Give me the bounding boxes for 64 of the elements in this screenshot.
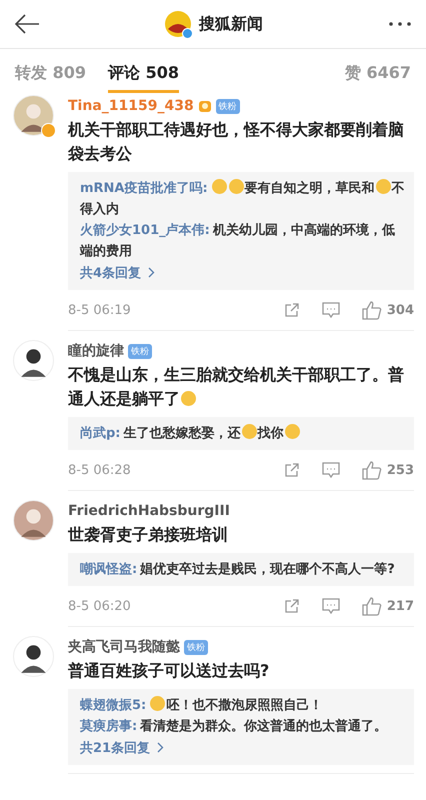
comment-button[interactable] [322, 462, 340, 478]
thumbs-up-icon [362, 460, 382, 480]
tab[interactable]: 转发 809 [15, 63, 86, 93]
chevron-icon [156, 742, 164, 753]
back-arrow-icon [14, 14, 40, 34]
share-icon [284, 462, 300, 478]
comment-text: 不愧是山东，生三胎就交给机关干部职工了。普通人还是躺平了 [68, 364, 405, 410]
comment-button[interactable] [322, 302, 340, 318]
emoji-icon [150, 696, 166, 711]
emoji-icon [242, 424, 257, 439]
comment-text: 机关干部职工待遇好也，怪不得大家都要削着脑袋去考公 [68, 119, 405, 165]
share-icon [284, 302, 300, 318]
timestamp: 8-5 06:19 [68, 302, 132, 318]
chevron-icon [147, 267, 156, 278]
reply-text: 尚武p: 生了也愁嫁愁娶，还 找你 [80, 423, 406, 444]
like-button[interactable]: 217 [362, 596, 414, 616]
page-title: 搜狐新闻 [199, 14, 263, 34]
reply-user[interactable]: 蝶翅微振5: [80, 698, 146, 713]
more-icon [388, 21, 412, 27]
comment-text: 普通百姓孩子可以送过去吗? [68, 660, 270, 682]
reply-user[interactable]: 火箭少女101_卢本伟: [80, 223, 210, 238]
share-button[interactable] [284, 462, 300, 478]
timestamp: 8-5 06:20 [68, 598, 132, 614]
fan-badge: 铁粉 [128, 344, 152, 358]
comment-text: 世袭胥吏子弟接班培训 [68, 524, 229, 546]
reply-text: 火箭少女101_卢本伟: 机关幼儿园，中高端的环境，低端的费用 [80, 222, 396, 261]
reply-text: 蝶翅微振5: 呸！也不撒泡尿照照自己！ [80, 695, 324, 715]
user-name[interactable]: 夹高飞司马我随懿 [68, 638, 180, 656]
like-button[interactable]: 304 [362, 300, 414, 320]
comment-icon [322, 302, 340, 318]
thumbs-up-icon [362, 300, 382, 320]
comment-icon [322, 598, 340, 614]
emoji-icon [284, 424, 300, 439]
like-button[interactable]: 253 [362, 460, 414, 480]
logo-icon [165, 11, 191, 37]
fan-badge: 铁粉 [184, 640, 208, 654]
share-icon [284, 598, 300, 614]
share-button[interactable] [284, 598, 300, 614]
fan-badge: 铁粉 [216, 98, 240, 114]
thumbs-up-icon [362, 596, 382, 616]
emoji-icon [181, 391, 196, 406]
tab[interactable]: 赞 6467 [344, 63, 411, 93]
user-name[interactable]: Tina_11159_438 [68, 98, 194, 114]
emoji-icon [228, 179, 244, 194]
tab[interactable]: 评论 508 [108, 63, 179, 93]
emoji-icon [212, 179, 227, 194]
comment-icon [322, 462, 340, 478]
emoji-icon [376, 179, 391, 194]
reply-user[interactable]: mRNA疫苗批准了吗: [80, 181, 208, 196]
avatar[interactable] [13, 636, 54, 677]
share-button[interactable] [284, 302, 300, 318]
more-replies-link[interactable]: 共21条回复 [80, 738, 164, 759]
comment-button[interactable] [322, 598, 340, 614]
reply-user[interactable]: 莫瘐房事: [80, 719, 138, 734]
reply-user[interactable]: 尚武p: [80, 426, 121, 441]
timestamp: 8-5 06:28 [68, 462, 132, 478]
reply-user[interactable]: 嘲讽怪盗: [80, 562, 138, 577]
user-name[interactable]: FriedrichHabsburgIII [68, 503, 230, 519]
reply-text: 莫瘐房事: 看清楚是为群众。你这普通的也太普通了。 [80, 718, 388, 736]
reply-text: 嘲讽怪盗: 娼优吏卒过去是贱民，现在哪个不高人一等? [80, 560, 396, 579]
more-replies-link[interactable]: 共4条回复 [80, 263, 156, 284]
avatar[interactable] [13, 340, 54, 381]
reply-text: mRNA疫苗批准了吗: 要有自知之明，草民和 不得入内 [80, 178, 406, 219]
user-name[interactable]: 瞳的旋律 [68, 342, 124, 360]
